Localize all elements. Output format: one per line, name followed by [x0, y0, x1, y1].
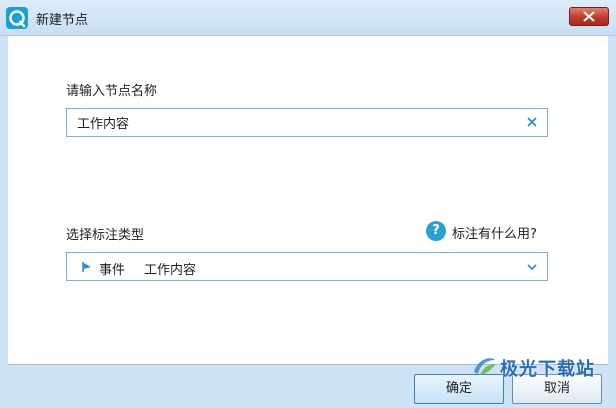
node-name-label: 请输入节点名称	[66, 84, 158, 99]
node-name-input[interactable]	[67, 109, 507, 136]
mark-type-label: 选择标注类型	[66, 228, 145, 243]
flag-icon	[82, 262, 91, 272]
cancel-button[interactable]: 取消	[512, 374, 602, 404]
node-name-field[interactable]	[66, 108, 548, 137]
mark-type-select[interactable]: 事件 工作内容	[66, 252, 548, 281]
dialog-content: 请输入节点名称 选择标注类型 ? 标注有什么用? 事件 工作内容	[8, 36, 608, 364]
close-icon	[583, 11, 595, 22]
close-button[interactable]	[569, 7, 609, 26]
clear-x-icon[interactable]	[527, 117, 537, 127]
question-icon: ?	[426, 221, 446, 241]
app-logo-icon	[6, 7, 28, 29]
selected-type-event: 事件	[99, 263, 126, 278]
selected-type-content: 工作内容	[144, 263, 197, 278]
help-link-text[interactable]: 标注有什么用?	[452, 223, 537, 242]
chevron-down-icon[interactable]	[527, 264, 537, 271]
title-bar: 新建节点	[0, 0, 616, 36]
ok-button[interactable]: 确定	[414, 374, 504, 404]
footer-divider	[8, 364, 608, 365]
window-title: 新建节点	[36, 13, 89, 28]
